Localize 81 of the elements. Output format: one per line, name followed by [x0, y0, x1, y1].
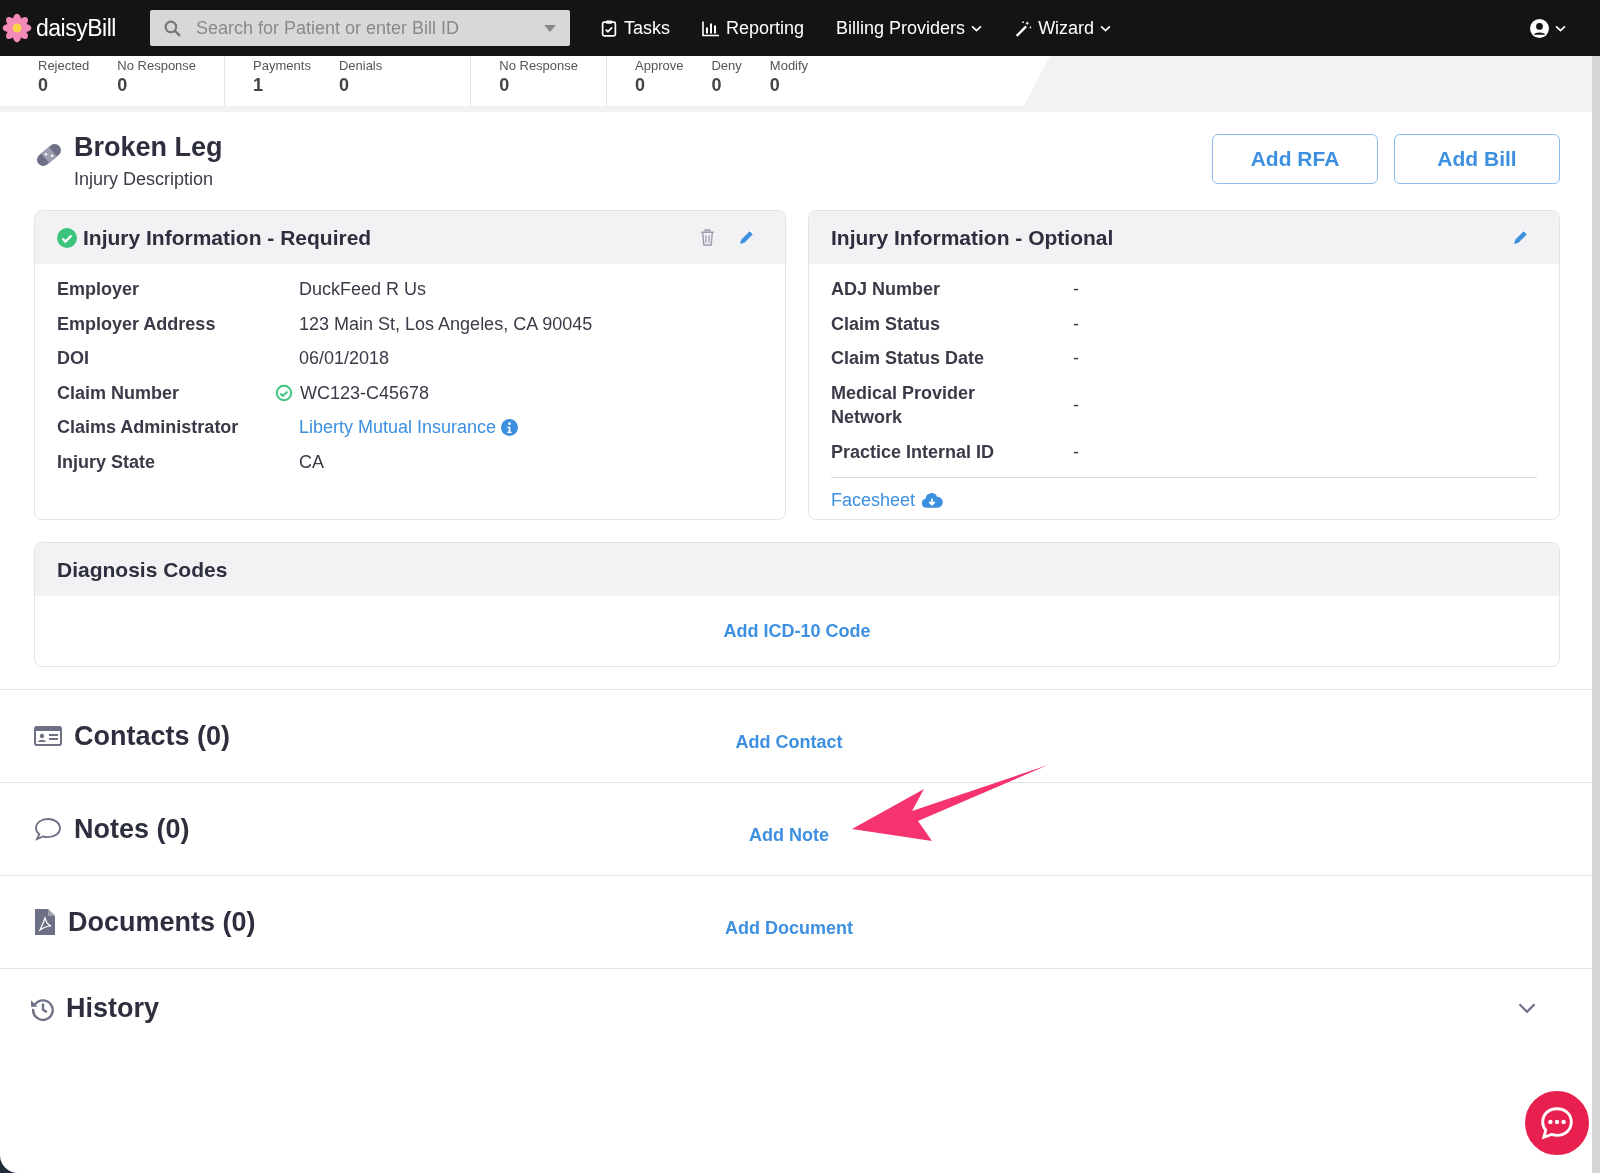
logo-text[interactable]: daisyBill [36, 14, 116, 42]
injury-title: Broken Leg [74, 132, 223, 163]
pencil-icon [1512, 229, 1529, 246]
stat-value: 0 [499, 75, 511, 96]
field-label: Claim Number [57, 381, 181, 405]
check-circle-icon [275, 383, 293, 402]
field-value: DuckFeed R Us [299, 278, 427, 301]
stat-value: 0 [635, 75, 647, 96]
chevron-down-icon [971, 24, 983, 32]
field-label: Employer [57, 278, 141, 301]
field-value: - [1073, 278, 1079, 301]
field-label: Claims Administrator [57, 416, 240, 439]
section-action-link[interactable]: Add Contact [735, 731, 843, 753]
search-icon [164, 20, 181, 37]
field-label: DOI [57, 347, 90, 370]
section-action-link[interactable]: Add Document [725, 917, 853, 939]
stat-value: 0 [117, 75, 129, 96]
field-value: WC123-C45678 [300, 381, 430, 405]
pencil-icon [738, 229, 755, 246]
nav-item[interactable]: Billing Providers [820, 17, 999, 39]
id-card-icon [34, 724, 62, 748]
chevron-down-icon [1555, 24, 1566, 32]
field-value: - [1073, 440, 1079, 464]
chevron-down-icon [1100, 24, 1112, 32]
add-code-link[interactable]: Add ICD-10 Code [723, 620, 871, 642]
chevron-down-icon [1518, 1003, 1536, 1013]
field-label: Employer Address [57, 312, 217, 336]
section-action-link[interactable]: Add Note [749, 824, 829, 846]
stat-value: 0 [711, 75, 723, 96]
stat-label: Deny [711, 58, 742, 73]
trash-icon [699, 229, 716, 246]
user-icon [1529, 17, 1550, 39]
clipboard-check-icon [600, 19, 618, 37]
speech-bubble-icon [34, 817, 62, 841]
field-label: Claim Status [831, 312, 942, 336]
add-button[interactable]: Add RFA [1212, 134, 1378, 184]
check-circle-icon [57, 227, 77, 248]
field-label: Injury State [57, 450, 157, 474]
facesheet-link[interactable]: Facesheet [831, 490, 916, 511]
stat-value: 0 [338, 75, 350, 96]
field-value: 123 Main St, Los Angeles, CA 90045 [299, 312, 593, 336]
magic-wand-icon [1014, 19, 1033, 37]
field-value: - [1073, 347, 1079, 370]
caret-icon [544, 25, 556, 32]
stat-label: Payments [253, 58, 311, 73]
stat-label: Rejected [38, 58, 90, 73]
cloud-download-icon [921, 492, 944, 509]
stat-label: No Response [117, 58, 197, 73]
stat-value: 0 [38, 75, 49, 96]
nav-item[interactable]: Reporting [686, 17, 821, 39]
section-title: Documents (0) [68, 906, 256, 938]
field-value: - [1073, 393, 1079, 417]
stat-value: 0 [769, 75, 781, 96]
section-title: Notes (0) [74, 813, 190, 845]
stat-label: Approve [635, 58, 684, 73]
stat-label: Denials [338, 58, 383, 73]
pdf-file-icon [34, 908, 56, 936]
search-field[interactable]: Search for Patient or enter Bill ID [150, 10, 570, 46]
stat-label: No Response [499, 58, 579, 73]
stat-label: Modify [769, 58, 809, 73]
card-title: Injury Information - Optional [831, 225, 1114, 250]
injury-subtitle: Injury Description [74, 169, 215, 190]
field-label: Medical Provider Network [831, 381, 977, 429]
card-title: Injury Information - Required [83, 225, 372, 250]
section-title: Contacts (0) [74, 720, 230, 752]
insurer-link[interactable]: Liberty Mutual Insurance [299, 415, 497, 440]
info-icon [501, 418, 519, 436]
nav-item[interactable]: Wizard [998, 17, 1128, 39]
field-value: 06/01/2018 [299, 347, 390, 370]
field-value: - [1073, 312, 1079, 336]
stat-value: 1 [253, 75, 265, 96]
add-button[interactable]: Add Bill [1394, 134, 1560, 184]
nav-item[interactable]: Tasks [584, 17, 686, 39]
card-title: Diagnosis Codes [57, 557, 228, 582]
field-label: Claim Status Date [831, 347, 986, 370]
field-label: ADJ Number [831, 278, 942, 301]
flower-logo-icon [2, 13, 32, 43]
section-title: History [66, 993, 160, 1024]
field-value: CA [299, 450, 324, 474]
field-label: Practice Internal ID [831, 440, 996, 464]
bar-chart-icon [702, 19, 720, 37]
